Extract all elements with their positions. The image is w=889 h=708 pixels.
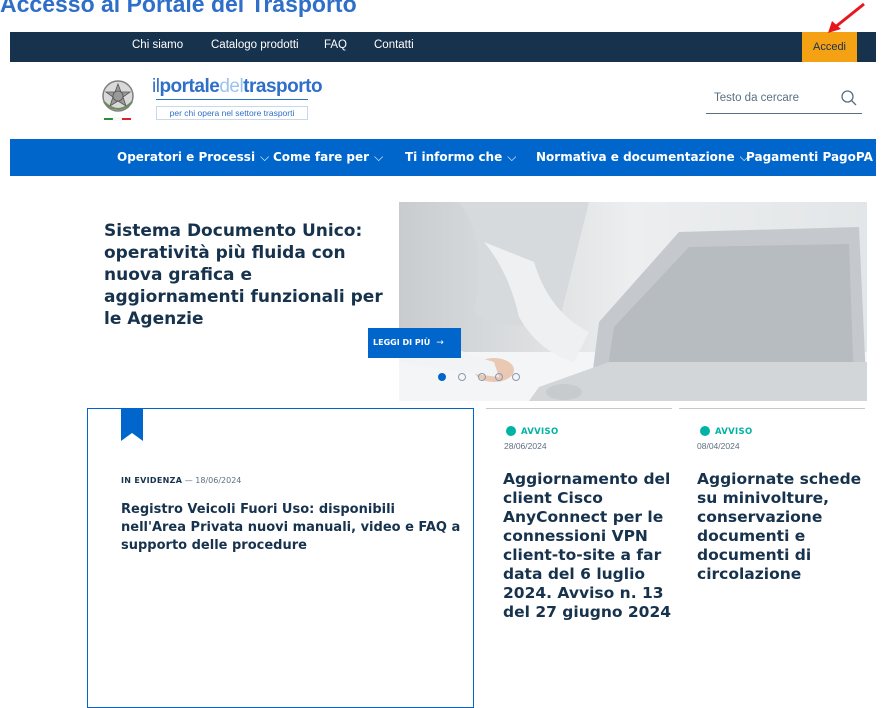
featured-title[interactable]: Registro Veicoli Fuori Uso: disponibili … — [121, 501, 461, 555]
notice-dot-icon — [700, 426, 710, 436]
logo-del: del — [219, 76, 244, 97]
topbar-link-catalogo[interactable]: Catalogo prodotti — [211, 39, 299, 51]
chevron-down-icon: ⌵ — [374, 150, 384, 164]
logo-portale: portale — [159, 76, 220, 97]
news-divider — [679, 408, 865, 409]
featured-meta: IN EVIDENZA — 18/06/2024 — [121, 476, 242, 485]
carousel-dot-3[interactable] — [478, 373, 486, 381]
carousel-dot-4[interactable] — [495, 373, 503, 381]
search-placeholder: Testo da cercare — [714, 92, 800, 104]
login-button[interactable]: Accedi — [802, 32, 857, 62]
logo-tagline: per chi opera nel settore trasporti — [156, 106, 308, 120]
chevron-down-icon: ⌵ — [507, 150, 517, 164]
featured-news-card[interactable] — [87, 408, 474, 708]
document-title: Accesso al Portale del Trasporto — [0, 0, 357, 17]
news-date: 28/06/2024 — [504, 441, 547, 451]
search-icon[interactable] — [840, 89, 858, 107]
news-date: 08/04/2024 — [697, 441, 740, 451]
topbar-link-contatti[interactable]: Contatti — [374, 39, 414, 51]
logo-trasporto: trasporto — [243, 76, 323, 97]
read-more-button[interactable]: LEGGI DI PIÙ → — [368, 328, 461, 358]
news-title[interactable]: Aggiornamento del client Cisco AnyConnec… — [503, 470, 675, 622]
news-badge[interactable]: AVVISO — [715, 427, 752, 437]
bookmark-icon — [121, 408, 143, 441]
nav-item-operatori[interactable]: Operatori e Processi ⌵ — [117, 150, 269, 165]
site-logo[interactable]: ilportaledeltrasporto — [152, 76, 323, 98]
chevron-down-icon: ⌵ — [260, 150, 270, 164]
carousel-dot-2[interactable] — [458, 373, 466, 381]
news-divider — [486, 408, 672, 409]
arrow-right-icon: → — [436, 338, 444, 348]
chevron-down-icon: ⌵ — [877, 150, 887, 164]
hero-title[interactable]: Sistema Documento Unico: operatività più… — [104, 220, 384, 330]
annotation-arrow-icon — [828, 2, 865, 33]
nav-item-pagamenti[interactable]: Pagamenti PagoPA ⌵ — [746, 150, 887, 165]
news-title[interactable]: Aggiornate schede su minivolture, conser… — [697, 470, 869, 584]
nav-item-come-fare[interactable]: Come fare per ⌵ — [273, 150, 383, 165]
carousel-dot-5[interactable] — [512, 373, 520, 381]
topbar-link-faq[interactable]: FAQ — [324, 39, 347, 51]
logo-underline — [156, 99, 308, 100]
topbar-link-chi-siamo[interactable]: Chi siamo — [132, 39, 183, 51]
news-badge[interactable]: AVVISO — [521, 427, 558, 437]
search-input[interactable]: Testo da cercare — [706, 86, 862, 114]
top-utility-bar: Chi siamo Catalogo prodotti FAQ Contatti — [10, 32, 876, 62]
main-navigation: Operatori e Processi ⌵ Come fare per ⌵ Ti … — [10, 139, 887, 176]
notice-dot-icon — [506, 426, 516, 436]
nav-item-ti-informo[interactable]: Ti informo che ⌵ — [405, 150, 516, 165]
nav-item-normativa[interactable]: Normativa e documentazione ⌵ — [536, 150, 749, 165]
emblem-icon — [102, 80, 134, 121]
carousel-dot-1[interactable] — [438, 373, 446, 381]
featured-date: 18/06/2024 — [195, 476, 242, 485]
featured-category[interactable]: IN EVIDENZA — [121, 476, 182, 485]
hero-image — [399, 202, 867, 401]
